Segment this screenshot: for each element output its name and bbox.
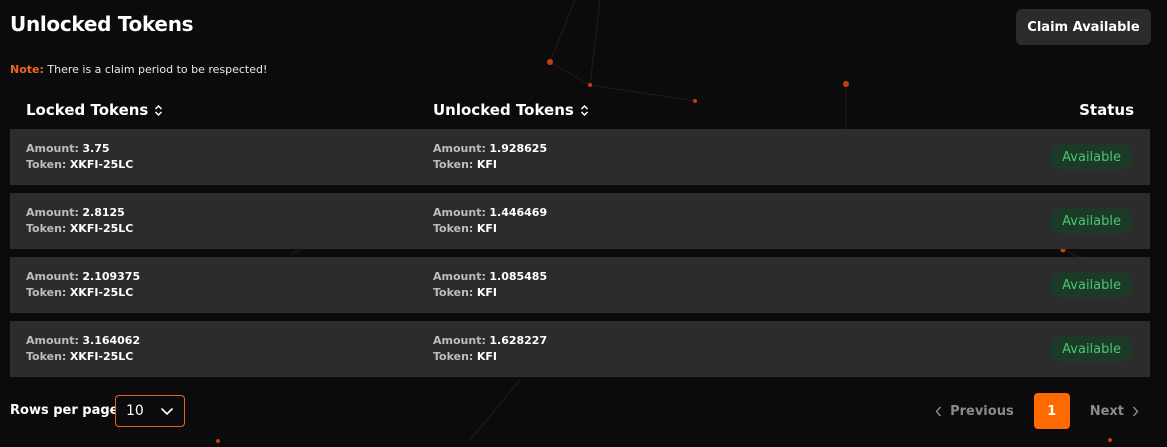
- amount-label: Amount:: [433, 206, 486, 219]
- unlocked-amount: 1.628227: [489, 334, 548, 347]
- locked-cell: Amount: 3.164062 Token: XKFI-25LC: [26, 333, 140, 365]
- locked-cell: Amount: 2.8125 Token: XKFI-25LC: [26, 205, 133, 237]
- next-label: Next: [1089, 403, 1124, 419]
- locked-token: XKFI-25LC: [69, 350, 134, 363]
- locked-token: XKFI-25LC: [69, 222, 134, 235]
- status-badge: Available: [1050, 208, 1133, 234]
- token-label: Token:: [26, 286, 67, 299]
- page-title: Unlocked Tokens: [10, 12, 194, 36]
- token-label: Token:: [26, 158, 67, 171]
- column-header-status: Status: [1079, 101, 1134, 119]
- unlocked-amount: 1.085485: [489, 270, 548, 283]
- token-label: Token:: [433, 222, 474, 235]
- table-row: Amount: 3.75 Token: XKFI-25LC Amount: 1.…: [10, 129, 1150, 185]
- unlocked-token: KFI: [476, 158, 497, 171]
- amount-label: Amount:: [433, 334, 486, 347]
- locked-amount: 3.164062: [82, 334, 141, 347]
- unlocked-token: KFI: [476, 286, 497, 299]
- status-badge: Available: [1050, 144, 1133, 170]
- chevron-left-icon: [935, 406, 942, 416]
- column-header-unlocked-tokens[interactable]: Unlocked Tokens: [433, 101, 589, 119]
- table-row: Amount: 2.109375 Token: XKFI-25LC Amount…: [10, 257, 1150, 313]
- unlocked-token: KFI: [476, 350, 497, 363]
- chevron-down-icon: [160, 407, 174, 415]
- token-table-body: Amount: 3.75 Token: XKFI-25LC Amount: 1.…: [10, 129, 1150, 385]
- page-number-button[interactable]: 1: [1033, 393, 1070, 429]
- unlocked-cell: Amount: 1.446469 Token: KFI: [433, 205, 547, 237]
- status-badge: Available: [1050, 336, 1133, 362]
- rows-per-page-select[interactable]: 10: [115, 395, 185, 427]
- previous-page-button[interactable]: Previous: [935, 404, 1014, 419]
- unlocked-cell: Amount: 1.085485 Token: KFI: [433, 269, 547, 301]
- locked-amount: 2.8125: [82, 206, 125, 219]
- status-badge: Available: [1050, 272, 1133, 298]
- amount-label: Amount:: [433, 142, 486, 155]
- unlocked-token: KFI: [476, 222, 497, 235]
- locked-token: XKFI-25LC: [69, 286, 134, 299]
- unlocked-cell: Amount: 1.928625 Token: KFI: [433, 141, 547, 173]
- claim-note: Note: There is a claim period to be resp…: [10, 63, 267, 76]
- amount-label: Amount:: [26, 206, 79, 219]
- rows-per-page-label: Rows per page: [10, 403, 119, 418]
- sort-icon[interactable]: [154, 104, 163, 117]
- token-label: Token:: [26, 350, 67, 363]
- unlocked-cell: Amount: 1.628227 Token: KFI: [433, 333, 547, 365]
- pagination: Previous 1 Next: [935, 393, 1139, 429]
- token-label: Token:: [433, 286, 474, 299]
- unlocked-amount: 1.446469: [489, 206, 548, 219]
- locked-token: XKFI-25LC: [69, 158, 134, 171]
- token-label: Token:: [26, 222, 67, 235]
- chevron-right-icon: [1132, 406, 1139, 416]
- note-text: There is a claim period to be respected!: [47, 63, 268, 76]
- rows-per-page-value: 10: [126, 403, 144, 419]
- unlocked-amount: 1.928625: [489, 142, 548, 155]
- amount-label: Amount:: [26, 334, 79, 347]
- claim-available-button[interactable]: Claim Available: [1016, 9, 1151, 45]
- locked-amount: 2.109375: [82, 270, 141, 283]
- table-row: Amount: 2.8125 Token: XKFI-25LC Amount: …: [10, 193, 1150, 249]
- table-row: Amount: 3.164062 Token: XKFI-25LC Amount…: [10, 321, 1150, 377]
- column-header-label: Locked Tokens: [26, 101, 149, 119]
- note-label: Note:: [10, 63, 44, 76]
- locked-cell: Amount: 2.109375 Token: XKFI-25LC: [26, 269, 140, 301]
- token-label: Token:: [433, 158, 474, 171]
- locked-amount: 3.75: [82, 142, 110, 155]
- page: Unlocked Tokens Claim Available Note: Th…: [0, 0, 1167, 447]
- sort-icon[interactable]: [580, 104, 589, 117]
- column-header-label: Unlocked Tokens: [433, 101, 574, 119]
- amount-label: Amount:: [433, 270, 486, 283]
- amount-label: Amount:: [26, 270, 79, 283]
- column-header-locked-tokens[interactable]: Locked Tokens: [26, 101, 163, 119]
- amount-label: Amount:: [26, 142, 79, 155]
- token-label: Token:: [433, 350, 474, 363]
- next-page-button[interactable]: Next: [1090, 404, 1139, 419]
- locked-cell: Amount: 3.75 Token: XKFI-25LC: [26, 141, 133, 173]
- previous-label: Previous: [950, 403, 1014, 419]
